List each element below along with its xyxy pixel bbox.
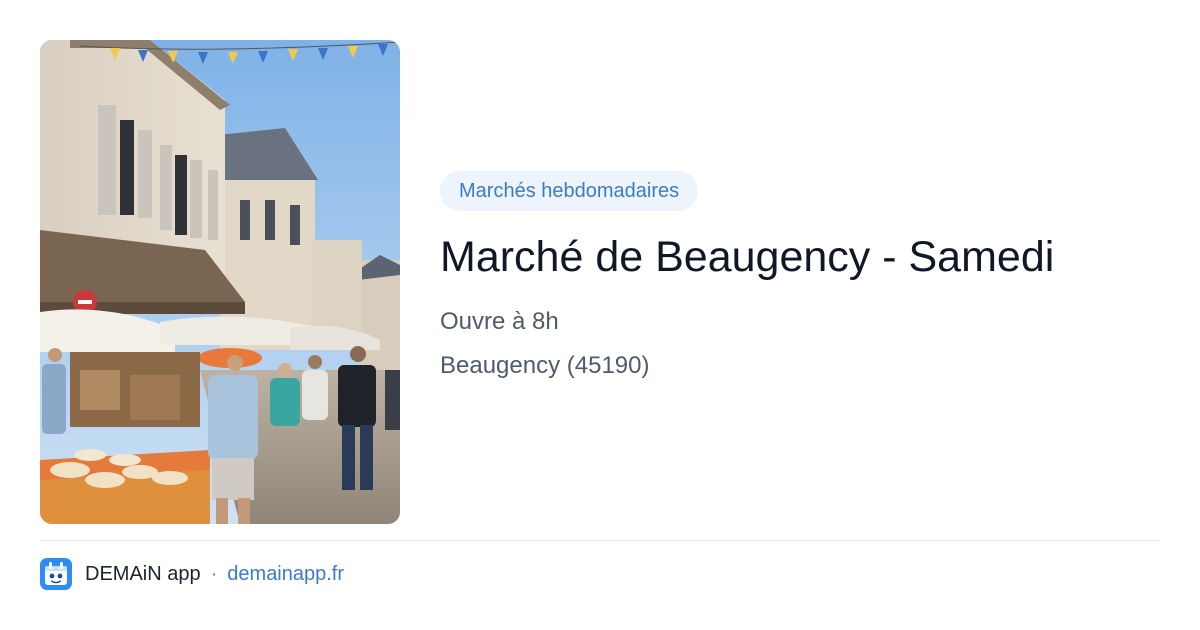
footer-separator: ·	[210, 562, 218, 585]
event-location: Beaugency (45190)	[440, 352, 650, 379]
market-photo	[40, 40, 400, 524]
opening-hours: Ouvre à 8h	[440, 308, 559, 335]
app-domain-link[interactable]: demainapp.fr	[227, 563, 344, 586]
event-title[interactable]: Marché de Beaugency - Samedi	[440, 232, 1160, 282]
event-card[interactable]: Marchés hebdomadaires Marché de Beaugenc…	[0, 0, 1200, 630]
category-badge[interactable]: Marchés hebdomadaires	[440, 171, 699, 211]
app-name: DEMAiN app	[85, 562, 201, 585]
footer-divider	[40, 540, 1160, 541]
demain-app-icon[interactable]	[40, 558, 72, 590]
footer: DEMAiN app · demainapp.fr	[40, 558, 344, 590]
event-info: Marchés hebdomadaires Marché de Beaugenc…	[440, 171, 1160, 381]
market-street-photo	[40, 40, 400, 524]
